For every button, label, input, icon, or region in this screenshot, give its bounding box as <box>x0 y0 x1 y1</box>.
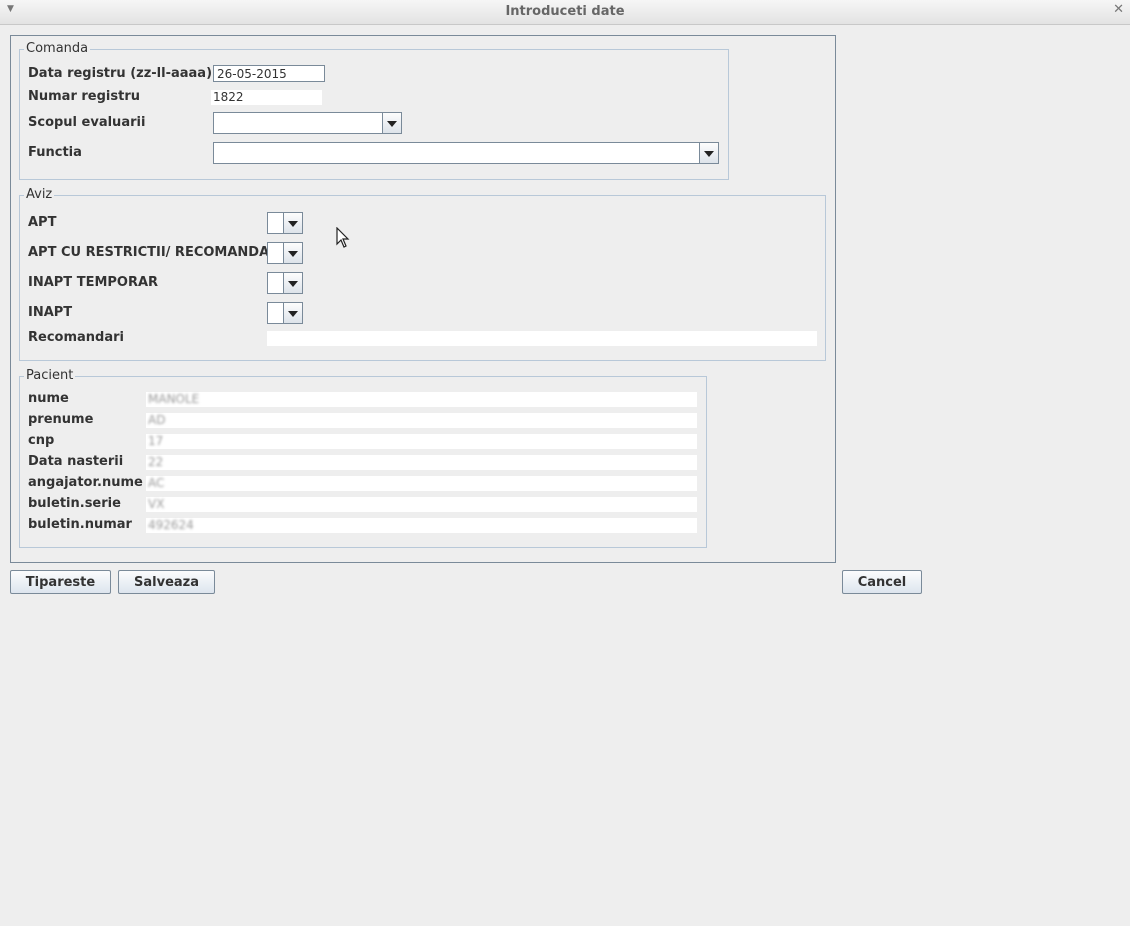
pacient-field-value: 492624 <box>146 518 697 533</box>
data-registru-input[interactable]: 26-05-2015 <box>213 65 325 82</box>
inapt-temporar-select[interactable] <box>267 272 303 294</box>
close-icon[interactable]: ✕ <box>1113 2 1124 17</box>
cancel-button[interactable]: Cancel <box>842 570 922 594</box>
numar-registru-label: Numar registru <box>28 89 140 104</box>
aviz-legend: Aviz <box>24 187 55 203</box>
chevron-down-icon[interactable] <box>283 303 302 323</box>
pacient-field-value: VX <box>146 497 697 512</box>
pacient-field-value: AD <box>146 413 697 428</box>
recomandari-label: Recomandari <box>28 330 124 345</box>
pacient-legend: Pacient <box>24 368 76 384</box>
comanda-legend: Comanda <box>24 41 91 57</box>
apt-restrictii-label: APT CU RESTRICTII/ RECOMANDARI <box>28 245 284 260</box>
chevron-down-icon[interactable] <box>283 213 302 233</box>
pacient-field-value: AC <box>146 476 697 491</box>
inapt-label: INAPT <box>28 305 73 320</box>
pacient-field-label: nume <box>28 391 69 406</box>
scopul-evaluarii-label: Scopul evaluarii <box>28 115 146 130</box>
apt-restrictii-select[interactable] <box>267 242 303 264</box>
numar-registru-value: 1822 <box>211 90 322 105</box>
pacient-field-value: MANOLE <box>146 392 697 407</box>
pacient-field-label: cnp <box>28 433 55 448</box>
pacient-field-label: prenume <box>28 412 94 427</box>
pacient-field-label: buletin.serie <box>28 496 121 511</box>
data-registru-label: Data registru (zz-ll-aaaa) <box>28 66 213 81</box>
pacient-field-value: 17 <box>146 434 697 449</box>
recomandari-input[interactable] <box>267 331 817 346</box>
pacient-field-label: buletin.numar <box>28 517 132 532</box>
chevron-down-icon[interactable] <box>382 113 401 133</box>
functia-label: Functia <box>28 145 82 160</box>
title-bar: ▼ Introduceti date ✕ <box>0 0 1130 25</box>
inapt-temporar-label: INAPT TEMPORAR <box>28 275 159 290</box>
pacient-field-label: Data nasterii <box>28 454 124 469</box>
functia-select[interactable] <box>213 142 719 164</box>
pacient-field-value: 22 <box>146 455 697 470</box>
chevron-down-icon[interactable] <box>283 243 302 263</box>
apt-select[interactable] <box>267 212 303 234</box>
salveaza-button[interactable]: Salveaza <box>118 570 215 594</box>
chevron-down-icon[interactable] <box>699 143 718 163</box>
chevron-down-icon[interactable] <box>283 273 302 293</box>
inapt-select[interactable] <box>267 302 303 324</box>
pacient-field-label: angajator.nume <box>28 475 143 490</box>
scopul-evaluarii-select[interactable] <box>213 112 402 134</box>
tipareste-button[interactable]: Tipareste <box>10 570 111 594</box>
window-title: Introduceti date <box>505 4 625 19</box>
mouse-cursor-icon <box>336 227 350 248</box>
apt-label: APT <box>28 215 57 230</box>
